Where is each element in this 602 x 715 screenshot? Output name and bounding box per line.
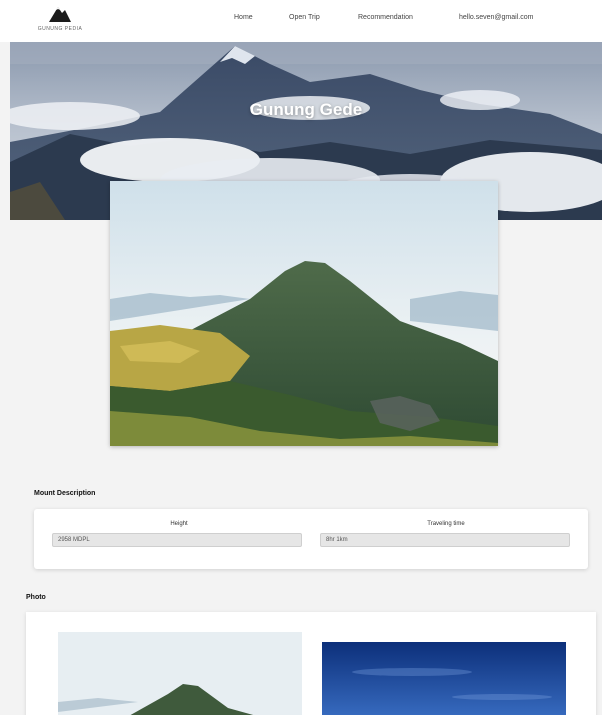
traveling-time-field[interactable]: 8hr 1km xyxy=(320,533,570,547)
nav-links: Home Open Trip Recommendation hello.seve… xyxy=(0,14,602,28)
photo-gallery xyxy=(26,612,596,715)
nav-recommendation[interactable]: Recommendation xyxy=(358,14,413,21)
nav-open-trip[interactable]: Open Trip xyxy=(289,14,320,21)
nav-user-email[interactable]: hello.seven@gmail.com xyxy=(459,14,533,21)
height-label: Height xyxy=(170,521,188,527)
traveling-time-label: Traveling time xyxy=(427,521,465,527)
photo-item[interactable] xyxy=(58,632,302,715)
mountain-main-image xyxy=(110,181,498,446)
height-field[interactable]: 2958 MDPL xyxy=(52,533,302,547)
photo-item[interactable] xyxy=(322,642,566,715)
nav-home[interactable]: Home xyxy=(234,14,253,21)
hero-title: Gunung Gede xyxy=(249,100,363,119)
navbar: GUNUNG PEDIA Home Open Trip Recommendati… xyxy=(0,0,602,42)
photo-heading: Photo xyxy=(26,594,46,601)
description-card: Height 2958 MDPL Traveling time 8hr 1km xyxy=(34,509,588,569)
description-heading: Mount Description xyxy=(34,490,96,497)
